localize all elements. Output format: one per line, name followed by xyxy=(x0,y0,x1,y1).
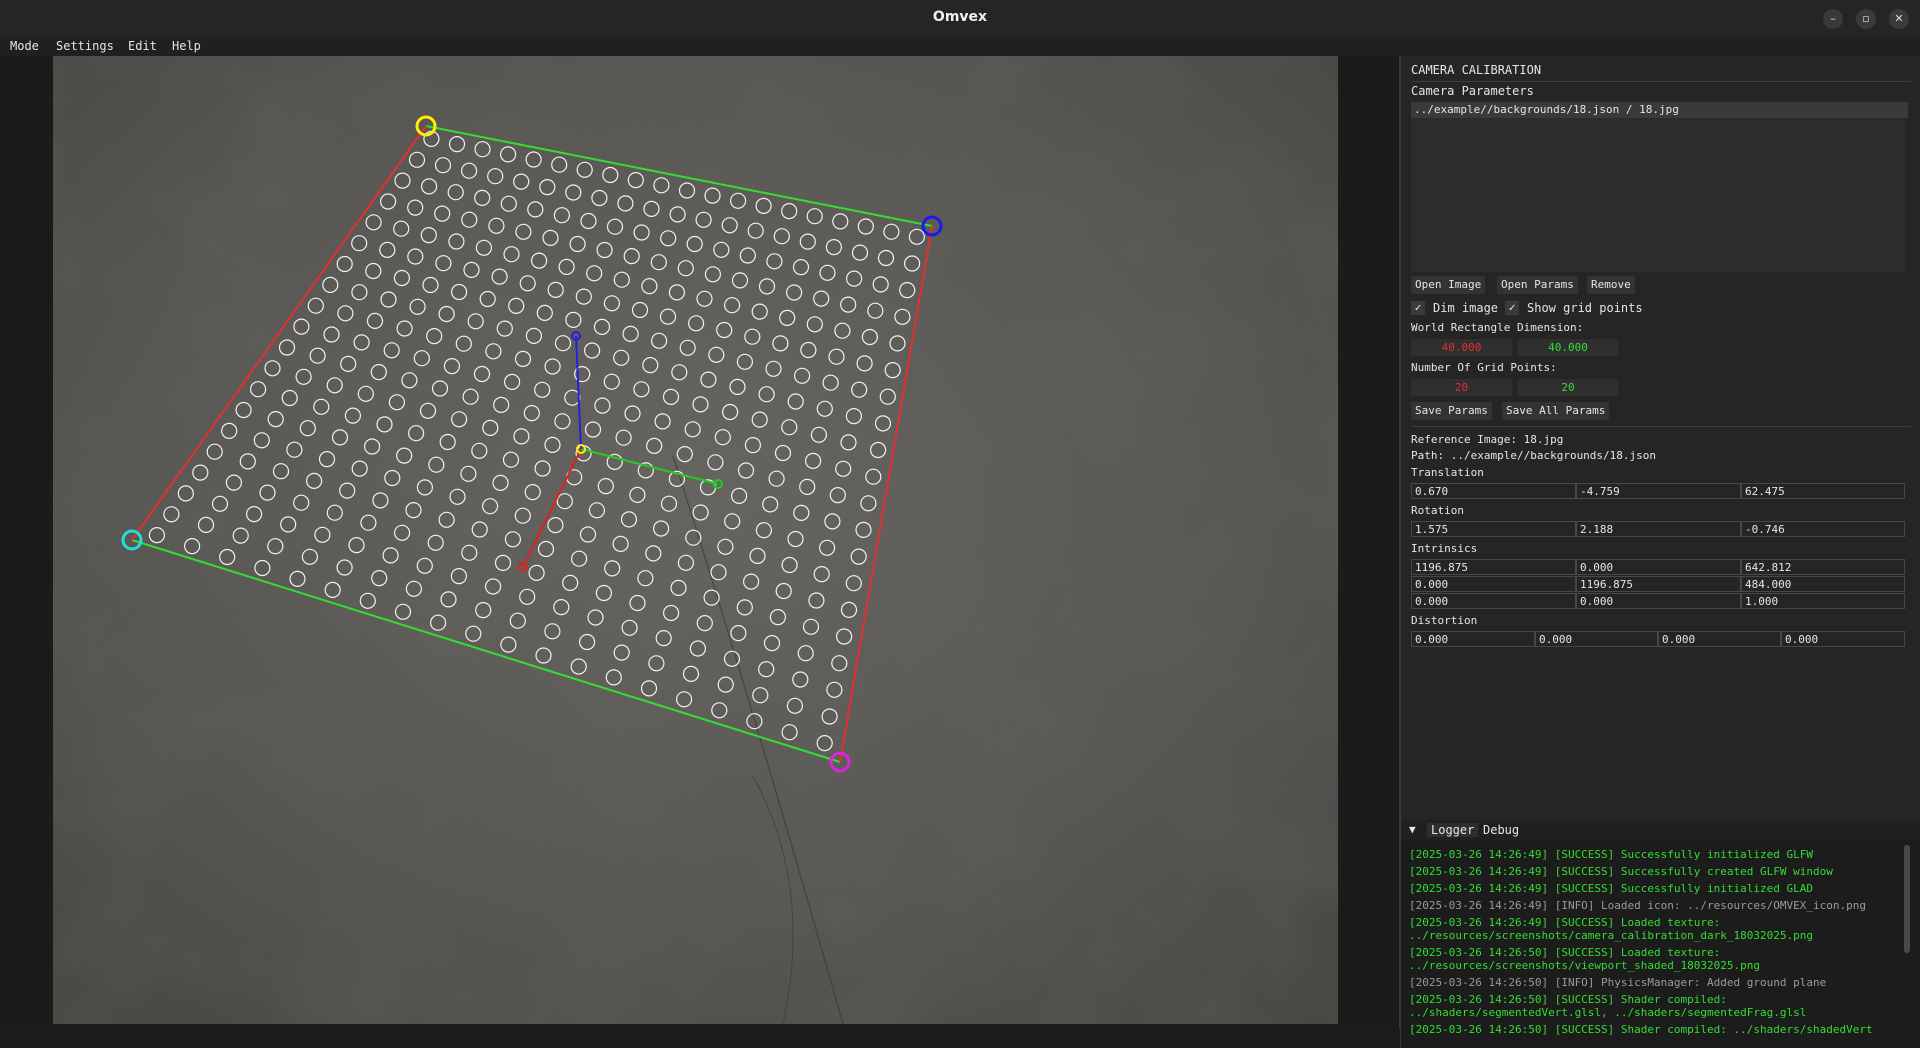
save-all-params-button[interactable]: Save All Params xyxy=(1502,402,1610,420)
menu-bar: Mode Settings Edit Help xyxy=(0,36,1920,56)
calibration-viewport[interactable] xyxy=(53,56,1338,1024)
intrinsics-cell: 0.000 xyxy=(1411,576,1576,592)
log-line: [2025-03-26 14:26:50] [SUCCESS] Loaded t… xyxy=(1409,946,1760,972)
rotation-x: 1.575 xyxy=(1411,521,1576,537)
maximize-button[interactable]: ▫ xyxy=(1856,9,1876,29)
tab-debug[interactable]: Debug xyxy=(1483,823,1519,837)
save-params-button[interactable]: Save Params xyxy=(1411,402,1492,420)
distortion-label: Distortion xyxy=(1411,614,1478,627)
grid-points-label: Number Of Grid Points: xyxy=(1411,361,1557,374)
open-params-button[interactable]: Open Params xyxy=(1497,276,1578,294)
calibration-canvas[interactable] xyxy=(53,56,1338,1024)
intrinsics-cell: 0.000 xyxy=(1576,593,1741,609)
collapse-arrow-icon[interactable]: ▼ xyxy=(1409,823,1416,836)
translation-x: 0.670 xyxy=(1411,483,1576,499)
floor-texture xyxy=(53,56,1338,1024)
rotation-z: -0.746 xyxy=(1741,521,1905,537)
translation-y: -4.759 xyxy=(1576,483,1741,499)
intrinsics-cell: 642.812 xyxy=(1741,559,1905,575)
title-bar: Omvex – ▫ ✕ xyxy=(0,0,1920,37)
menu-help[interactable]: Help xyxy=(172,39,201,53)
window-title: Omvex xyxy=(932,9,988,25)
intrinsics-cell: 1.000 xyxy=(1741,593,1905,609)
camera-params-list[interactable]: ../example//backgrounds/18.json / 18.jpg xyxy=(1411,102,1908,272)
menu-settings[interactable]: Settings xyxy=(56,39,114,53)
show-grid-label: Show grid points xyxy=(1527,301,1643,315)
log-line: [2025-03-26 14:26:50] [SUCCESS] Shader c… xyxy=(1409,993,1807,1019)
distortion-p2: 0.000 xyxy=(1781,631,1905,647)
distortion-k1: 0.000 xyxy=(1411,631,1535,647)
reference-image-text: Reference Image: 18.jpg xyxy=(1411,433,1564,446)
path-text: Path: ../example//backgrounds/18.json xyxy=(1411,449,1657,462)
menu-mode[interactable]: Mode xyxy=(10,39,39,53)
intrinsics-label: Intrinsics xyxy=(1411,542,1478,555)
grid-points-x-input[interactable]: 20 xyxy=(1411,379,1512,396)
camera-params-label: Camera Parameters xyxy=(1411,84,1534,98)
logger-output[interactable]: [2025-03-26 14:26:49] [SUCCESS] Successf… xyxy=(1401,840,1920,1048)
translation-label: Translation xyxy=(1411,466,1484,479)
viewport-bottom-bar xyxy=(0,1028,1400,1048)
intrinsics-cell: 0.000 xyxy=(1576,559,1741,575)
show-grid-checkbox[interactable]: ✓ xyxy=(1505,301,1519,315)
camera-params-selected-item[interactable]: ../example//backgrounds/18.json / 18.jpg xyxy=(1411,102,1908,118)
intrinsics-cell: 0.000 xyxy=(1411,593,1576,609)
intrinsics-cell: 1196.875 xyxy=(1411,559,1576,575)
world-rect-x-input[interactable]: 40.000 xyxy=(1411,339,1512,356)
log-line: [2025-03-26 14:26:49] [SUCCESS] Successf… xyxy=(1409,865,1833,878)
rotation-label: Rotation xyxy=(1411,504,1464,517)
title-divider xyxy=(1411,81,1911,82)
log-line: [2025-03-26 14:26:49] [INFO] Loaded icon… xyxy=(1409,899,1866,912)
dim-image-checkbox[interactable]: ✓ xyxy=(1411,301,1425,315)
intrinsics-cell: 484.000 xyxy=(1741,576,1905,592)
tab-logger[interactable]: Logger xyxy=(1427,823,1479,837)
logger-header: ▼ Logger Debug xyxy=(1401,820,1920,840)
minimize-button[interactable]: – xyxy=(1823,9,1843,29)
log-line: [2025-03-26 14:26:49] [SUCCESS] Successf… xyxy=(1409,848,1813,861)
logger-scrollbar[interactable] xyxy=(1904,845,1910,953)
intrinsics-cell: 1196.875 xyxy=(1576,576,1741,592)
world-rect-y-input[interactable]: 40.000 xyxy=(1518,339,1618,356)
log-line: [2025-03-26 14:26:50] [INFO] PhysicsMana… xyxy=(1409,976,1827,989)
log-line: [2025-03-26 14:26:49] [SUCCESS] Loaded t… xyxy=(1409,916,1813,942)
open-image-button[interactable]: Open Image xyxy=(1411,276,1486,294)
log-line: [2025-03-26 14:26:49] [SUCCESS] Successf… xyxy=(1409,882,1813,895)
dim-image-label: Dim image xyxy=(1433,301,1499,315)
menu-edit[interactable]: Edit xyxy=(128,39,157,53)
remove-button[interactable]: Remove xyxy=(1587,276,1635,294)
translation-z: 62.475 xyxy=(1741,483,1905,499)
distortion-p1: 0.000 xyxy=(1658,631,1781,647)
world-rect-label: World Rectangle Dimension: xyxy=(1411,321,1584,334)
close-button[interactable]: ✕ xyxy=(1889,9,1909,29)
log-line: [2025-03-26 14:26:50] [SUCCESS] Shader c… xyxy=(1409,1023,1873,1036)
params-divider xyxy=(1411,426,1911,427)
camera-calibration-panel: CAMERA CALIBRATION Camera Parameters ../… xyxy=(1401,56,1920,820)
distortion-k2: 0.000 xyxy=(1535,631,1658,647)
grid-points-y-input[interactable]: 20 xyxy=(1518,379,1618,396)
rotation-y: 2.188 xyxy=(1576,521,1741,537)
panel-title: CAMERA CALIBRATION xyxy=(1411,63,1542,77)
